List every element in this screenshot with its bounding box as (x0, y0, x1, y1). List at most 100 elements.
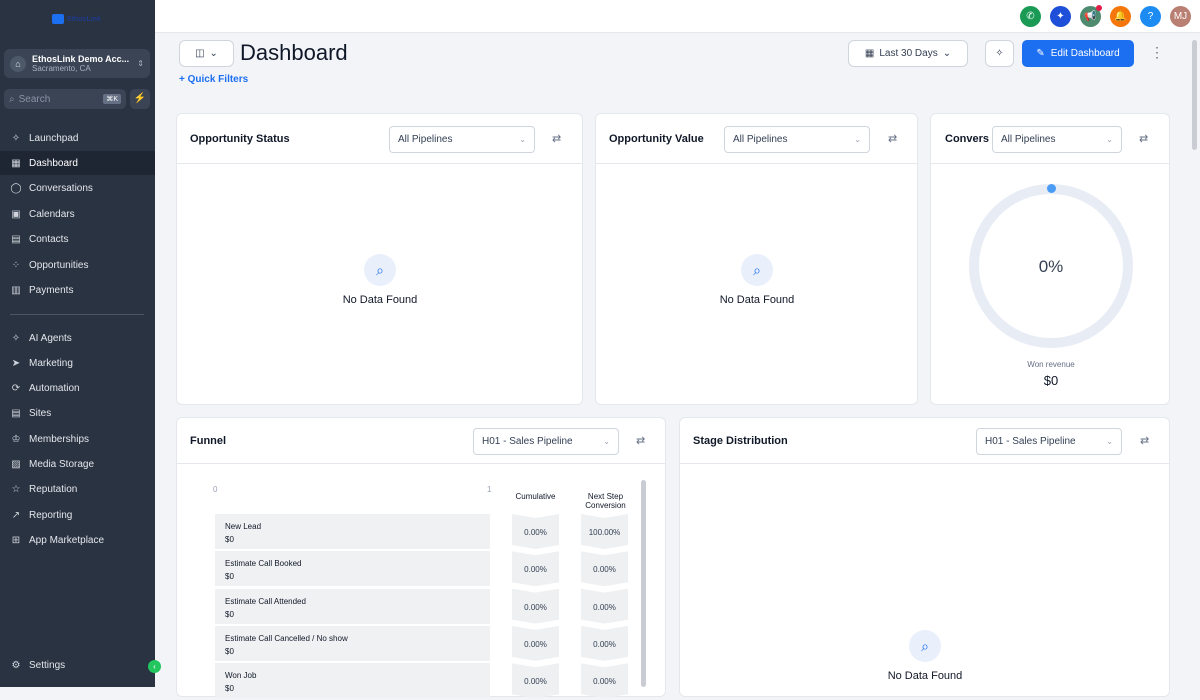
edit-dashboard-button[interactable]: ✎ Edit Dashboard (1022, 40, 1134, 67)
cumulative-value: 0.00% (512, 663, 559, 698)
filter-icon[interactable]: ⇄ (552, 132, 561, 145)
sidebar-item-payments[interactable]: ▥ Payments (0, 278, 155, 302)
stage-name: New Lead (225, 522, 262, 531)
sidebar-item-ai-agents[interactable]: ✧ AI Agents (0, 326, 155, 350)
search-icon: ⌕ (364, 254, 396, 286)
empty-text: No Data Found (719, 294, 795, 306)
nav-icon: ↗ (11, 509, 21, 521)
sidebar-item-contacts[interactable]: ▤ Contacts (0, 228, 155, 252)
card-title: Convers (945, 132, 990, 145)
nav-icon: ♔ (11, 433, 21, 445)
rocket-icon: ✧ (11, 132, 21, 144)
cumulative-value: 0.00% (512, 551, 559, 586)
sidebar-item-automation[interactable]: ⟳ Automation (0, 377, 155, 401)
quick-action-bolt-icon[interactable]: ⚡ (130, 89, 150, 109)
conversion-card: Convers All Pipelines ⌄ ⇄ 0% Won revenue … (930, 113, 1170, 405)
select-value: All Pipelines (1001, 134, 1056, 145)
sidebar-item-memberships[interactable]: ♔ Memberships (0, 427, 155, 451)
sidebar-item-label: AI Agents (29, 332, 72, 344)
help-icon[interactable]: ? (1140, 6, 1161, 27)
funnel-stage-row: Won Job $0 (215, 663, 490, 699)
chevron-down-icon: ⌄ (1106, 135, 1113, 144)
sidebar-item-sites[interactable]: ▤ Sites (0, 402, 155, 426)
sidebar-item-reporting[interactable]: ↗ Reporting (0, 503, 155, 527)
location-icon: ⌂ (10, 55, 26, 72)
card-title: Stage Distribution (693, 434, 788, 447)
bell-icon[interactable]: 🔔 (1110, 6, 1131, 27)
gear-icon: ⚙ (11, 659, 21, 671)
sidebar-item-marketing[interactable]: ➤ Marketing (0, 351, 155, 375)
account-switcher[interactable]: ⌂ EthosLink Demo Acc... Sacramento, CA ⇕ (4, 49, 150, 78)
stage-value: $0 (225, 609, 234, 619)
avatar[interactable]: MJ (1170, 6, 1191, 27)
filter-icon[interactable]: ⇄ (888, 132, 897, 145)
sidebar-item-dashboard[interactable]: ▦ Dashboard (0, 151, 155, 176)
funnel-stage-row: New Lead $0 (215, 514, 490, 549)
sidebar-item-media-storage[interactable]: ▨ Media Storage (0, 453, 155, 477)
empty-text: No Data Found (342, 294, 418, 306)
sidebar-item-label: Payments (29, 284, 74, 296)
sidebar-item-settings[interactable]: ⚙ Settings (0, 653, 155, 677)
pipeline-select[interactable]: All Pipelines ⌄ (724, 126, 870, 153)
funnel-stage-row: Estimate Call Attended $0 (215, 588, 490, 624)
layout-icon: ◫ (195, 48, 205, 59)
quick-filters-link[interactable]: + Quick Filters (179, 74, 248, 85)
chevron-down-icon: ⌄ (603, 437, 610, 446)
chevron-down-icon: ⌄ (854, 135, 861, 144)
sidebar-item-label: Sites (29, 408, 52, 420)
next-step-value: 100.00% (581, 514, 628, 549)
sidebar-item-calendars[interactable]: ▣ Calendars (0, 202, 155, 226)
filter-icon[interactable]: ⇄ (636, 434, 645, 447)
conversion-value: 0% (1038, 257, 1064, 276)
funnel-stage-row: Estimate Call Booked $0 (215, 551, 490, 587)
stage-distribution-card: Stage Distribution H01 - Sales Pipeline ⌄… (679, 417, 1170, 697)
phone-icon[interactable]: ✆ (1020, 6, 1041, 27)
funnel-scrollbar[interactable] (641, 480, 646, 687)
sidebar-item-app-marketplace[interactable]: ⊞ App Marketplace (0, 528, 155, 552)
sidebar-item-reputation[interactable]: ☆ Reputation (0, 478, 155, 502)
sidebar-item-launchpad[interactable]: ✧ Launchpad (0, 126, 155, 150)
date-range-label: Last 30 Days (879, 48, 938, 59)
pencil-icon: ✎ (1036, 48, 1045, 59)
chat-icon: ◯ (10, 183, 22, 195)
search-icon: ⌕ (9, 93, 15, 105)
date-range-picker[interactable]: ▦ Last 30 Days ⌄ (848, 40, 968, 67)
filter-icon[interactable]: ⇄ (1140, 434, 1149, 447)
contacts-icon: ▤ (11, 234, 21, 246)
select-value: All Pipelines (398, 134, 453, 145)
opportunity-status-card: Opportunity Status All Pipelines ⌄ ⇄ ⌕ No … (176, 113, 583, 405)
top-bar: ✆ ✦ 📢 🔔 ? MJ (155, 0, 1200, 33)
ai-magic-button[interactable]: ✧ (985, 40, 1014, 67)
pipeline-select[interactable]: All Pipelines ⌄ (992, 126, 1122, 153)
pipeline-select[interactable]: H01 - Sales Pipeline ⌄ (473, 428, 619, 455)
search-input[interactable]: ⌕ Search ⌘K (4, 89, 126, 109)
sidebar: EthosLink ⌂ EthosLink Demo Acc... Sacrame… (0, 0, 155, 687)
magic-icon[interactable]: ✦ (1050, 6, 1071, 27)
cumulative-value: 0.00% (512, 514, 559, 549)
filter-icon[interactable]: ⇄ (1139, 132, 1148, 145)
search-placeholder: Search (18, 93, 51, 105)
page-scrollbar[interactable] (1192, 40, 1197, 150)
stage-value: $0 (225, 684, 234, 694)
won-revenue-value: $0 (1043, 373, 1059, 388)
page-title: Dashboard (240, 40, 348, 65)
stage-value: $0 (225, 646, 234, 656)
sidebar-item-label: Contacts (29, 234, 69, 246)
stage-value: $0 (225, 572, 234, 582)
pipeline-select[interactable]: H01 - Sales Pipeline ⌄ (976, 428, 1122, 455)
sidebar-item-opportunities[interactable]: ⁘ Opportunities (0, 253, 155, 277)
stage-name: Won Job (225, 671, 257, 681)
empty-state: ⌕ No Data Found (320, 254, 440, 306)
layout-toggle-button[interactable]: ◫ ⌄ (179, 40, 234, 67)
chevron-down-icon: ⌄ (942, 48, 952, 59)
nav-icon: ☆ (11, 484, 21, 496)
next-step-value: 0.00% (581, 551, 628, 586)
announcement-icon[interactable]: 📢 (1080, 5, 1102, 27)
pipeline-select[interactable]: All Pipelines ⌄ (389, 126, 535, 153)
sidebar-item-label: Memberships (29, 433, 90, 445)
sidebar-item-label: Conversations (29, 183, 93, 195)
nav-icon: ✧ (11, 332, 21, 344)
collapse-sidebar-button[interactable]: ‹ (148, 660, 161, 673)
more-options-icon[interactable]: ⋮ (1150, 44, 1164, 61)
sidebar-item-conversations[interactable]: ◯ Conversations (0, 177, 155, 201)
